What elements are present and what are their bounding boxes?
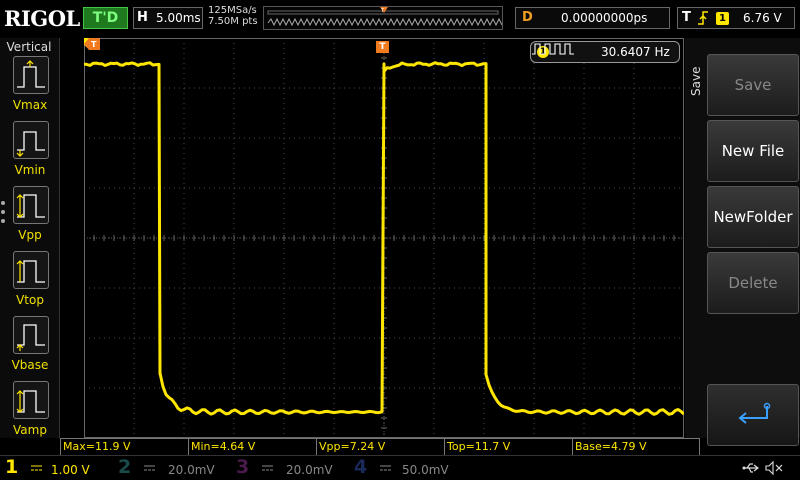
save-button[interactable]: Save [707,54,799,116]
dc-coupling-icon [380,465,391,471]
top-status-bar: RIGOL T'D H 5.00ms 125MSa/s 7.50M pts T … [0,0,800,38]
trigger-level-marker-icon[interactable]: T [84,38,100,50]
trigger-position-marker[interactable]: T [376,41,389,53]
readout-base[interactable]: Base=4.79 V [572,438,700,455]
measure-sidebar: Vertical Vmax Vmin Vpp Vtop Vbase Vamp [0,38,60,438]
trigger-box[interactable]: T 1 6.76 V [677,7,795,29]
readout-vpp[interactable]: Vpp=7.24 V [316,438,444,455]
measure-item-vmin[interactable]: Vmin [0,121,60,181]
trigger-source-badge: 1 [716,12,729,25]
channel-1-status[interactable]: 1 1.00 V [5,456,113,480]
vamp-icon [13,381,49,419]
channel-2-status[interactable]: 2 20.0mV [118,456,230,480]
brand-logo: RIGOL [4,6,80,31]
channel-number: 4 [354,456,368,478]
measure-item-label: Vamp [13,423,47,437]
channel-scale: 1.00 V [51,463,90,477]
measure-item-vamp[interactable]: Vamp [0,381,60,441]
channel-number: 2 [118,456,132,478]
delay-box[interactable]: D 0.00000000ps [515,7,670,29]
measure-item-label: Vtop [16,293,44,307]
square-wave-icon [532,43,574,55]
new-file-button[interactable]: New File [707,120,799,182]
vpp-icon [13,186,49,224]
save-softkey-menu: Save Save New File NewFolder Delete [685,38,800,446]
menu-title: Save [689,66,703,96]
channel-1-trace [84,61,684,416]
measure-item-vbase[interactable]: Vbase [0,316,60,376]
delete-button[interactable]: Delete [707,252,799,314]
timebase-box[interactable]: H 5.00ms [133,7,203,29]
trigger-key: T [682,10,691,25]
channel-number: 3 [236,456,250,478]
channel-4-status[interactable]: 4 50.0mV [354,456,466,480]
return-icon [738,402,771,424]
readout-top[interactable]: Top=11.7 V [444,438,572,455]
timebase-key: H [137,10,148,25]
memory-depth: 7.50M pts [208,16,258,27]
svg-text:T: T [91,40,97,49]
delay-key: D [522,10,533,25]
vtop-icon [13,251,49,289]
delay-value: 0.00000000ps [561,11,648,25]
dc-coupling-icon [31,465,42,471]
new-folder-button[interactable]: NewFolder [707,186,799,248]
trigger-status-badge[interactable]: T'D [83,7,128,29]
channel-scale: 50.0mV [402,463,449,477]
speaker-muted-icon[interactable] [765,461,783,475]
vmin-icon [13,121,49,159]
timebase-value: 5.00ms [156,11,201,25]
sample-rate: 125MSa/s [208,5,257,16]
vmax-icon [13,56,49,94]
channel-3-status[interactable]: 3 20.0mV [236,456,348,480]
frequency-value: 30.6407 Hz [601,45,670,59]
channel-scale: 20.0mV [286,463,333,477]
dc-coupling-icon [144,465,155,471]
readout-min[interactable]: Min=4.64 V [188,438,316,455]
frequency-counter[interactable]: 1 30.6407 Hz [530,41,680,63]
trigger-level-value: 6.76 V [743,11,782,25]
measure-item-label: Vmax [12,98,48,112]
measure-item-vpp[interactable]: Vpp [0,186,60,246]
measure-item-vtop[interactable]: Vtop [0,251,60,311]
memory-waveform-preview: T [267,7,503,27]
measure-item-vmax[interactable]: Vmax [0,56,60,116]
measurement-readouts: Max=11.9 V Min=4.64 V Vpp=7.24 V Top=11.… [60,438,700,455]
dc-coupling-icon [262,465,273,471]
vbase-icon [13,316,49,354]
waveform-display[interactable]: T 1 30.6407 Hz T [84,38,684,438]
channel-scale: 20.0mV [168,463,215,477]
measure-category-title: Vertical [6,40,52,54]
channel-number: 1 [5,456,19,478]
measure-item-label: Vmin [14,163,46,177]
waveform-trace [84,61,684,416]
measure-item-label: Vbase [11,358,49,372]
channel-status-bar: 1 1.00 V 2 20.0mV 3 20.0mV 4 50.0mV [0,455,800,480]
acquisition-info: 125MSa/s 7.50M pts [208,5,258,27]
readout-max[interactable]: Max=11.9 V [60,438,188,455]
measure-item-label: Vpp [18,228,42,242]
usb-icon [742,463,759,473]
rising-edge-icon [698,11,708,25]
return-button[interactable] [707,384,799,446]
memory-overview-bar[interactable]: T [263,6,503,30]
